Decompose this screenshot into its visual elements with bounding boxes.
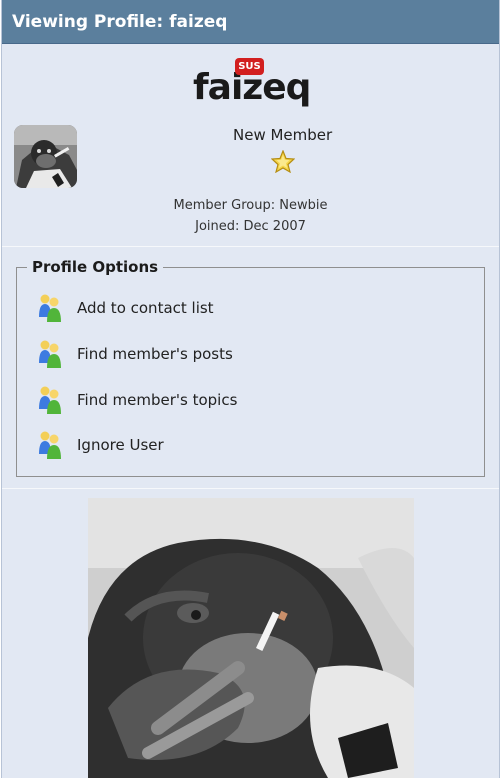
avatar[interactable] [14,125,77,188]
member-rank: New Member [233,126,333,144]
profile-photo [88,498,414,778]
option-label: Ignore User [77,436,164,454]
people-icon [39,340,61,368]
option-label: Find member's topics [77,391,238,409]
option-label: Add to contact list [77,299,214,317]
avatar-image [14,125,77,188]
status-badge: SUS [235,58,264,75]
divider [2,246,499,247]
people-icon [39,386,61,414]
page-title: Viewing Profile: faizeq [2,0,499,44]
option-label: Find member's posts [77,345,233,363]
profile-options-heading: Profile Options [27,258,164,276]
profile-page: Viewing Profile: faizeq faizeq SUS New M… [1,0,500,778]
joined-date: Joined: Dec 2007 [195,219,306,234]
star-icon [271,150,295,173]
people-icon [39,431,61,459]
profile-photo-image [88,498,414,778]
divider [2,488,499,489]
member-group: Member Group: Newbie [173,198,328,213]
people-icon [39,294,61,322]
